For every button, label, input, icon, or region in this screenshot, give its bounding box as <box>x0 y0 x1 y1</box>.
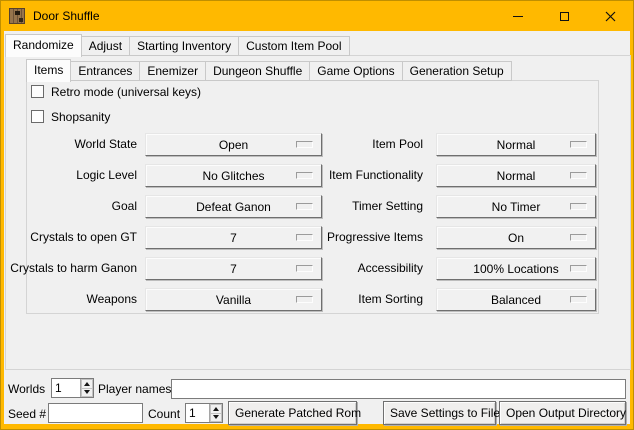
crystals-gt-dropdown[interactable]: 7 <box>145 226 322 249</box>
world-state-label: World State <box>75 133 137 156</box>
logic-level-dropdown[interactable]: No Glitches <box>145 164 322 187</box>
crystals-gt-value: 7 <box>230 231 237 245</box>
tab-randomize[interactable]: Randomize <box>5 34 82 57</box>
tab-generation-setup[interactable]: Generation Setup <box>402 61 512 81</box>
count-label: Count <box>148 407 180 421</box>
maximize-icon <box>560 12 569 21</box>
window-title: Door Shuffle <box>33 1 100 31</box>
shopsanity-checkbox[interactable] <box>31 110 44 123</box>
maximize-button[interactable] <box>541 1 587 31</box>
item-pool-dropdown[interactable]: Normal <box>436 133 596 156</box>
logic-level-value: No Glitches <box>202 169 264 183</box>
weapons-value: Vanilla <box>216 293 251 307</box>
spin-down-icon[interactable] <box>210 414 222 423</box>
tab-entrances[interactable]: Entrances <box>70 61 140 81</box>
item-pool-label: Item Pool <box>372 133 423 156</box>
count-spinner[interactable] <box>185 403 223 423</box>
dropdown-indicator-icon <box>570 296 587 303</box>
progressive-items-dropdown[interactable]: On <box>436 226 596 249</box>
item-pool-value: Normal <box>497 138 536 152</box>
worlds-label: Worlds <box>8 382 45 396</box>
tab-starting-inventory[interactable]: Starting Inventory <box>129 36 239 56</box>
minimize-button[interactable] <box>495 1 541 31</box>
dropdown-indicator-icon <box>570 172 587 179</box>
weapons-label: Weapons <box>87 288 137 311</box>
minimize-icon <box>513 16 523 17</box>
goal-value: Defeat Ganon <box>196 200 271 214</box>
crystals-ganon-label: Crystals to harm Ganon <box>10 257 137 280</box>
count-spin-buttons <box>209 404 222 422</box>
sub-tab-bar: Items Entrances Enemizer Dungeon Shuffle… <box>26 58 512 81</box>
tab-items[interactable]: Items <box>26 59 71 82</box>
crystals-ganon-value: 7 <box>230 262 237 276</box>
item-functionality-dropdown[interactable]: Normal <box>436 164 596 187</box>
dropdown-indicator-icon <box>296 141 313 148</box>
accessibility-label: Accessibility <box>358 257 423 280</box>
player-names-label: Player names <box>98 382 171 396</box>
timer-setting-dropdown[interactable]: No Timer <box>436 195 596 218</box>
main-tab-bar: Randomize Adjust Starting Inventory Cust… <box>5 33 350 56</box>
spin-down-icon[interactable] <box>81 389 93 398</box>
item-sorting-dropdown[interactable]: Balanced <box>436 288 596 311</box>
timer-setting-value: No Timer <box>492 200 541 214</box>
tab-game-options[interactable]: Game Options <box>309 61 402 81</box>
world-state-value: Open <box>219 138 248 152</box>
save-settings-button[interactable]: Save Settings to File <box>383 401 496 425</box>
weapons-dropdown[interactable]: Vanilla <box>145 288 322 311</box>
item-functionality-value: Normal <box>497 169 536 183</box>
accessibility-value: 100% Locations <box>473 262 558 276</box>
crystals-ganon-dropdown[interactable]: 7 <box>145 257 322 280</box>
dropdown-indicator-icon <box>296 296 313 303</box>
world-state-dropdown[interactable]: Open <box>145 133 322 156</box>
open-output-directory-button[interactable]: Open Output Directory <box>499 401 626 425</box>
goal-label: Goal <box>112 195 137 218</box>
tab-adjust[interactable]: Adjust <box>81 36 130 56</box>
worlds-spin-buttons <box>80 379 93 397</box>
worlds-input[interactable] <box>52 379 80 397</box>
count-input[interactable] <box>186 404 209 422</box>
retro-mode-checkbox[interactable] <box>31 85 44 98</box>
worlds-spinner[interactable] <box>51 378 94 398</box>
retro-mode-label: Retro mode (universal keys) <box>51 85 201 99</box>
close-button[interactable] <box>587 1 633 31</box>
seed-label: Seed # <box>8 407 46 421</box>
close-icon <box>605 11 616 22</box>
seed-input[interactable] <box>48 403 143 423</box>
logic-level-label: Logic Level <box>76 164 137 187</box>
dropdown-indicator-icon <box>296 265 313 272</box>
dropdown-indicator-icon <box>296 203 313 210</box>
dropdown-indicator-icon <box>570 234 587 241</box>
dropdown-indicator-icon <box>570 265 587 272</box>
timer-setting-label: Timer Setting <box>352 195 423 218</box>
dropdown-indicator-icon <box>296 172 313 179</box>
door-icon <box>9 8 25 24</box>
tab-enemizer[interactable]: Enemizer <box>139 61 206 81</box>
tab-dungeon-shuffle[interactable]: Dungeon Shuffle <box>205 61 310 81</box>
player-names-input[interactable] <box>171 379 626 399</box>
progressive-items-value: On <box>508 231 524 245</box>
dropdown-indicator-icon <box>570 141 587 148</box>
goal-dropdown[interactable]: Defeat Ganon <box>145 195 322 218</box>
spin-up-icon[interactable] <box>81 379 93 389</box>
window: Door Shuffle Randomize Adjust Starting I… <box>0 0 634 430</box>
crystals-gt-label: Crystals to open GT <box>30 226 137 249</box>
shopsanity-label: Shopsanity <box>51 110 110 124</box>
item-functionality-label: Item Functionality <box>329 164 423 187</box>
titlebar[interactable]: Door Shuffle <box>1 1 633 31</box>
tab-custom-item-pool[interactable]: Custom Item Pool <box>238 36 349 56</box>
spin-up-icon[interactable] <box>210 404 222 414</box>
item-sorting-value: Balanced <box>491 293 541 307</box>
item-sorting-label: Item Sorting <box>358 288 423 311</box>
generate-patched-rom-button[interactable]: Generate Patched Rom <box>228 401 357 425</box>
dropdown-indicator-icon <box>296 234 313 241</box>
dropdown-indicator-icon <box>570 203 587 210</box>
progressive-items-label: Progressive Items <box>327 226 423 249</box>
accessibility-dropdown[interactable]: 100% Locations <box>436 257 596 280</box>
